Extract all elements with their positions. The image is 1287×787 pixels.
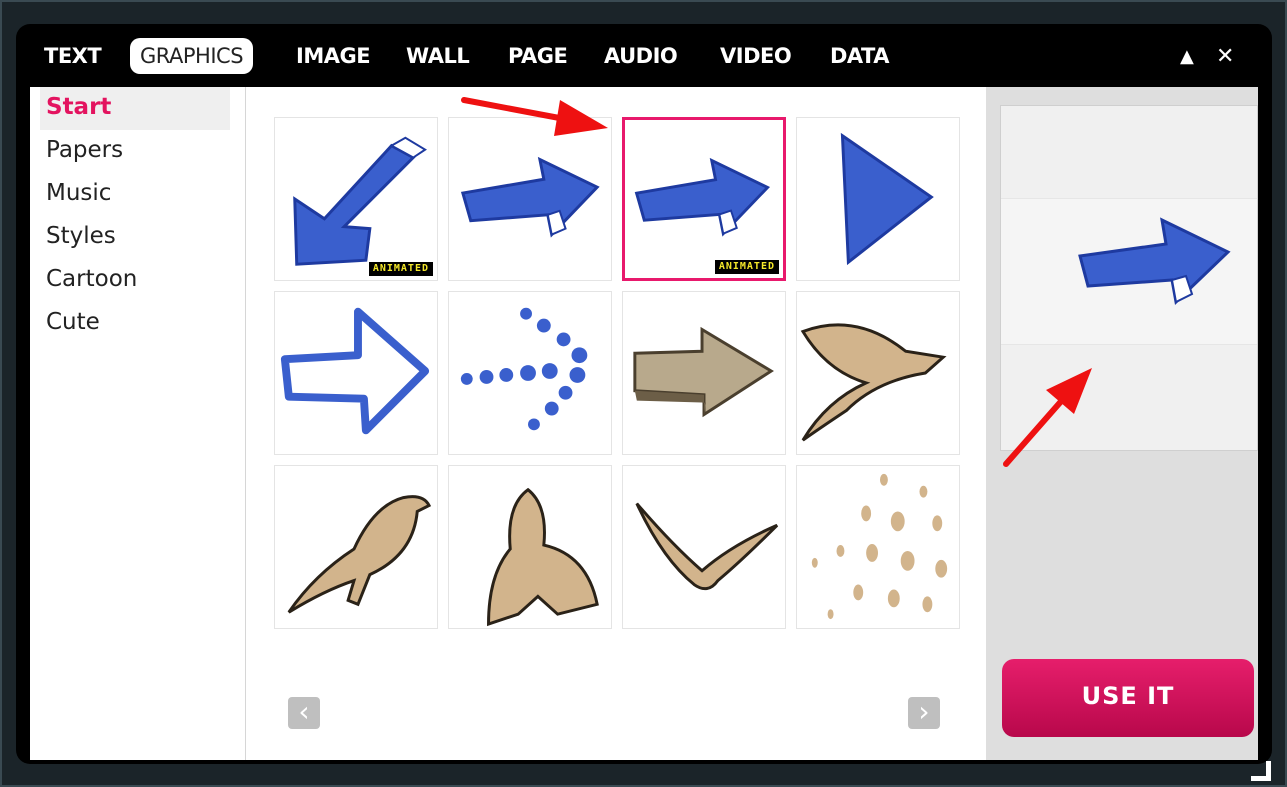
- tab-video[interactable]: VIDEO: [710, 38, 801, 74]
- sidebar-item-start[interactable]: Start: [40, 87, 230, 130]
- graphic-tile-12[interactable]: [796, 465, 960, 629]
- tab-page[interactable]: PAGE: [498, 38, 577, 74]
- graphic-tile-4[interactable]: [796, 117, 960, 281]
- graphics-dialog: TEXT GRAPHICS IMAGE WALL PAGE AUDIO VIDE…: [16, 24, 1272, 764]
- use-it-button[interactable]: USE IT: [1002, 659, 1254, 737]
- tab-data[interactable]: DATA: [820, 38, 899, 74]
- sidebar-item-styles[interactable]: Styles: [30, 216, 245, 259]
- triangle-play-icon: [840, 132, 934, 266]
- arrow-right-icon: [634, 157, 771, 237]
- graphic-tile-3[interactable]: ANIMATED: [622, 117, 786, 281]
- arrow-right-icon: [1078, 217, 1231, 306]
- arrow-right-icon: [460, 156, 600, 238]
- tab-image[interactable]: IMAGE: [286, 38, 380, 74]
- outline-arrow-right-icon: [280, 307, 430, 435]
- tab-bar: TEXT GRAPHICS IMAGE WALL PAGE AUDIO VIDE…: [16, 24, 1272, 86]
- bird-flying-icon: [800, 323, 947, 442]
- sidebar-item-cute[interactable]: Cute: [30, 302, 245, 345]
- graphic-tile-7[interactable]: [622, 291, 786, 455]
- window-frame: TEXT GRAPHICS IMAGE WALL PAGE AUDIO VIDE…: [2, 2, 1285, 785]
- graphic-tile-6[interactable]: [448, 291, 612, 455]
- bird-perched-icon: [287, 495, 432, 614]
- animated-badge: ANIMATED: [368, 262, 433, 276]
- content-area: Start Papers Music Styles Cartoon Cute A…: [30, 87, 1258, 760]
- tab-text[interactable]: TEXT: [34, 38, 111, 74]
- dotted-arrow-right-icon: [460, 307, 588, 431]
- close-icon[interactable]: ✕: [1216, 44, 1234, 69]
- category-sidebar: Start Papers Music Styles Cartoon Cute: [30, 87, 246, 760]
- preview-box: [1000, 105, 1258, 451]
- graphic-tile-5[interactable]: [274, 291, 438, 455]
- animated-badge: ANIMATED: [714, 260, 779, 274]
- sidebar-item-music[interactable]: Music: [30, 173, 245, 216]
- graphic-tile-1[interactable]: ANIMATED: [274, 117, 438, 281]
- graphic-tile-11[interactable]: [622, 465, 786, 629]
- tab-graphics[interactable]: GRAPHICS: [130, 38, 254, 74]
- resize-grip-icon[interactable]: [1247, 757, 1271, 781]
- bird-gliding-icon: [635, 502, 779, 591]
- tab-wall[interactable]: WALL: [396, 38, 479, 74]
- graphic-tile-10[interactable]: [448, 465, 612, 629]
- graphic-tile-2[interactable]: [448, 117, 612, 281]
- collapse-icon[interactable]: ▲: [1180, 46, 1194, 67]
- tab-audio[interactable]: AUDIO: [594, 38, 687, 74]
- arrow-down-left-icon: [293, 136, 427, 266]
- graphic-tile-9[interactable]: [274, 465, 438, 629]
- sidebar-item-cartoon[interactable]: Cartoon: [30, 259, 245, 302]
- next-page-button[interactable]: ›: [908, 697, 940, 729]
- 3d-arrow-right-icon: [633, 326, 774, 418]
- raindrops-icon: [811, 473, 948, 620]
- sidebar-item-papers[interactable]: Papers: [30, 130, 245, 173]
- prev-page-button[interactable]: ‹: [288, 697, 320, 729]
- bird-rising-icon: [487, 487, 599, 627]
- graphics-grid: ANIMATED ANIMATED: [260, 117, 960, 637]
- graphic-tile-8[interactable]: [796, 291, 960, 455]
- preview-panel: USE IT: [986, 87, 1258, 760]
